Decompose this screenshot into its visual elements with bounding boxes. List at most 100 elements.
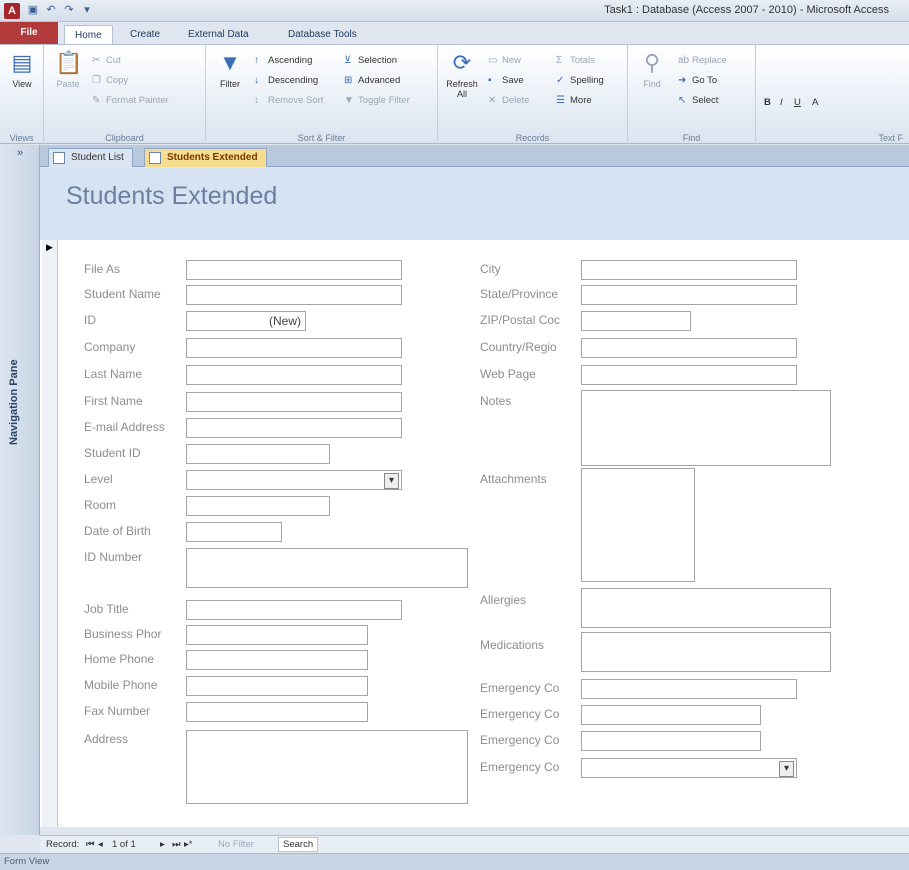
select-button[interactable]: ↖ Select <box>678 93 718 108</box>
advanced-filter-icon: ⊞ <box>344 75 353 86</box>
format-painter-button[interactable]: ✎ Format Painter <box>92 93 169 108</box>
filter-button[interactable]: ▼ Filter <box>212 49 248 89</box>
expand-pane-icon[interactable]: » <box>0 147 40 159</box>
copy-button[interactable]: ❐ Copy <box>92 73 128 88</box>
field-label: Level <box>84 472 113 486</box>
spelling-check-icon: ✓ <box>556 75 565 86</box>
find-group: ⚲ Find ab Replace ➜ Go To ↖ Select Find <box>628 45 756 144</box>
form-header: Students Extended <box>40 168 909 240</box>
record-selector[interactable]: ▶ <box>42 240 58 827</box>
next-record-button[interactable]: ▸ <box>160 839 165 850</box>
descending-button[interactable]: ↓ Descending <box>254 73 318 88</box>
spelling-button[interactable]: ✓ Spelling <box>556 73 604 88</box>
student-id-field[interactable] <box>186 444 330 464</box>
tab-create[interactable]: Create <box>120 25 170 44</box>
navigation-pane[interactable]: » Navigation Pane <box>0 145 40 835</box>
paste-button[interactable]: 📋 Paste <box>50 49 86 89</box>
web-page-field[interactable] <box>581 365 797 385</box>
totals-button[interactable]: Σ Totals <box>556 53 595 68</box>
field-label: Home Phone <box>84 652 155 666</box>
level-combo[interactable] <box>186 470 402 490</box>
tab-external-data[interactable]: External Data <box>178 25 259 44</box>
previous-record-button[interactable]: ◂ <box>98 839 103 850</box>
job-title-field[interactable] <box>186 600 402 620</box>
id-number-field[interactable] <box>186 548 468 588</box>
binoculars-icon: ⚲ <box>643 50 661 75</box>
delete-record-button[interactable]: ✕ Delete <box>488 93 529 108</box>
field-label: First Name <box>84 394 143 408</box>
new-record-nav-button[interactable]: ▸* <box>184 839 192 850</box>
field-label: Job Title <box>84 602 129 616</box>
views-group: ▤ View Views <box>0 45 44 144</box>
form-title: Students Extended <box>66 182 278 210</box>
more-button[interactable]: ☰ More <box>556 93 592 108</box>
no-filter-indicator[interactable]: No Filter <box>218 839 254 850</box>
emergency-contact-field-2[interactable] <box>581 705 761 725</box>
sort-ascending-icon: ↑ <box>254 55 259 66</box>
toggle-filter-icon: ▼ <box>344 95 354 106</box>
tab-database-tools[interactable]: Database Tools <box>278 25 367 44</box>
save-icon[interactable]: ▣ <box>26 3 40 17</box>
refresh-all-button[interactable]: ⟳ Refresh All <box>444 49 480 99</box>
cut-button[interactable]: ✂ Cut <box>92 53 121 68</box>
current-record-arrow-icon: ▶ <box>46 242 53 252</box>
medications-field[interactable] <box>581 632 831 672</box>
tab-home[interactable]: Home <box>64 25 113 44</box>
id-field[interactable]: (New) <box>186 311 306 331</box>
toggle-filter-button[interactable]: ▼ Toggle Filter <box>344 93 410 108</box>
emergency-contact-field-3[interactable] <box>581 731 761 751</box>
country-region-field[interactable] <box>581 338 797 358</box>
tab-file[interactable]: File <box>0 22 58 44</box>
last-name-field[interactable] <box>186 365 402 385</box>
search-input[interactable]: Search <box>278 837 319 852</box>
go-to-button[interactable]: ➜ Go To <box>678 73 717 88</box>
date-of-birth-field[interactable] <box>186 522 282 542</box>
ascending-button[interactable]: ↑ Ascending <box>254 53 312 68</box>
advanced-button[interactable]: ⊞ Advanced <box>344 73 400 88</box>
business-phone-field[interactable] <box>186 625 368 645</box>
customize-qat-icon[interactable]: ▾ <box>80 3 94 17</box>
last-record-button[interactable]: ⏭ <box>172 839 181 850</box>
attachments-field[interactable] <box>581 468 695 582</box>
city-field[interactable] <box>581 260 797 280</box>
selection-button[interactable]: ⊻ Selection <box>344 53 397 68</box>
notes-field[interactable] <box>581 390 831 466</box>
record-position[interactable]: 1 of 1 <box>112 839 136 850</box>
room-field[interactable] <box>186 496 330 516</box>
new-record-button[interactable]: ▭ New <box>488 53 521 68</box>
mobile-phone-field[interactable] <box>186 676 368 696</box>
redo-icon[interactable]: ↷ <box>62 3 76 17</box>
address-field[interactable] <box>186 730 468 804</box>
first-record-button[interactable]: ⏮ <box>86 839 95 850</box>
email-field[interactable] <box>186 418 402 438</box>
paste-icon: 📋 <box>55 50 83 75</box>
state-province-field[interactable] <box>581 285 797 305</box>
undo-icon[interactable]: ↶ <box>44 3 58 17</box>
field-label: Mobile Phone <box>84 678 158 692</box>
record-label: Record: <box>46 839 80 850</box>
remove-sort-button[interactable]: ↕ Remove Sort <box>254 93 323 108</box>
underline-button[interactable]: U <box>794 95 801 110</box>
zip-postal-code-field[interactable] <box>581 311 691 331</box>
access-app-icon[interactable]: A <box>4 3 20 19</box>
font-color-button[interactable]: A <box>812 95 818 110</box>
file-as-field[interactable] <box>186 260 402 280</box>
emergency-contact-combo[interactable] <box>581 758 797 778</box>
emergency-contact-field-1[interactable] <box>581 679 797 699</box>
view-button[interactable]: ▤ View <box>4 49 40 89</box>
find-button[interactable]: ⚲ Find <box>634 49 670 89</box>
italic-button[interactable]: I <box>780 95 783 110</box>
form-icon <box>53 152 65 164</box>
first-name-field[interactable] <box>186 392 402 412</box>
fax-number-field[interactable] <box>186 702 368 722</box>
save-record-button[interactable]: ▪ Save <box>488 73 524 88</box>
bold-button[interactable]: B <box>764 95 771 110</box>
replace-button[interactable]: ab Replace <box>678 53 727 68</box>
student-name-field[interactable] <box>186 285 402 305</box>
allergies-field[interactable] <box>581 588 831 628</box>
home-phone-field[interactable] <box>186 650 368 670</box>
go-to-arrow-icon: ➜ <box>678 75 687 86</box>
company-field[interactable] <box>186 338 402 358</box>
tab-students-extended[interactable]: Students Extended <box>144 148 267 167</box>
tab-student-list[interactable]: Student List <box>48 148 133 167</box>
